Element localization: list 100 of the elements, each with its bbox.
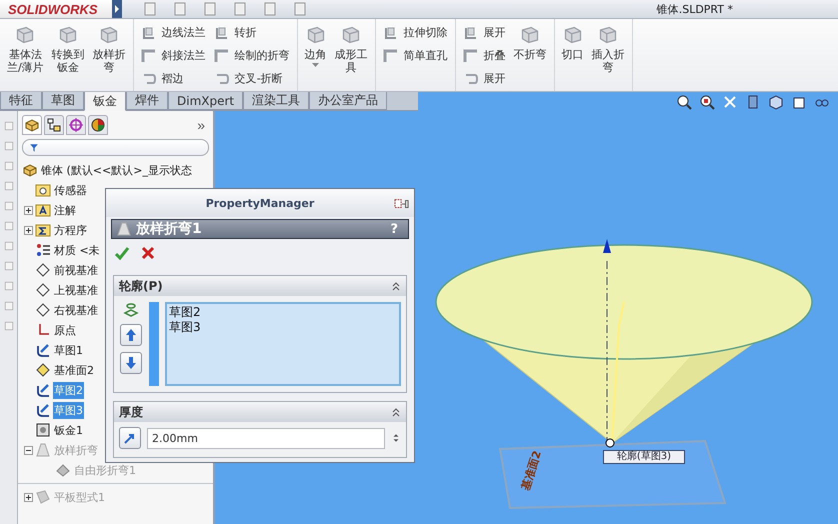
cancel-button[interactable] xyxy=(140,245,156,261)
feature-manager-tab[interactable] xyxy=(22,115,42,135)
ribbon-button[interactable]: 边线法兰 xyxy=(138,23,209,42)
sheet-metal-icon xyxy=(598,25,618,45)
ribbon-tab[interactable]: 办公室产品 xyxy=(309,92,388,110)
collapse-button[interactable] xyxy=(391,407,401,417)
tree-item[interactable]: 注解 xyxy=(53,202,77,218)
tree-item[interactable]: 钣金1 xyxy=(53,422,84,438)
tree-item[interactable]: 原点 xyxy=(53,322,77,338)
toolbar-icon xyxy=(202,1,218,17)
ribbon-tab[interactable]: DimXpert xyxy=(168,92,244,110)
sketch-icon xyxy=(35,402,51,418)
sheet-metal-icon xyxy=(35,422,51,438)
section-title: 轮廓(P) xyxy=(119,278,163,294)
ribbon-button[interactable]: 交叉-折断 xyxy=(210,69,293,88)
ribbon-button[interactable]: 绘制的折弯 xyxy=(210,46,293,65)
ribbon-button[interactable]: 转换到 钣金 xyxy=(48,21,88,89)
toolbar-icon xyxy=(262,1,278,17)
list-item[interactable]: 草图2 xyxy=(169,305,397,320)
tree-item[interactable]: 右视基准 xyxy=(53,302,99,318)
ribbon-button[interactable]: 斜接法兰 xyxy=(138,46,209,65)
plane-icon xyxy=(35,262,51,278)
tree-item[interactable]: 上视基准 xyxy=(53,282,99,298)
ribbon-button[interactable]: 展开 xyxy=(460,69,509,88)
tool-icon xyxy=(2,199,14,213)
ribbon-button[interactable]: 展开 xyxy=(460,23,509,42)
sheet-metal-icon xyxy=(382,48,399,64)
more-button[interactable]: » xyxy=(193,117,209,133)
parts-icon xyxy=(22,162,38,178)
ribbon-button[interactable]: 简单直孔 xyxy=(380,46,451,65)
ribbon-button[interactable]: 转折 xyxy=(210,23,293,42)
ribbon-button[interactable]: 成形工 具 xyxy=(332,21,371,89)
ribbon-button[interactable]: 放样折 弯 xyxy=(90,21,129,89)
sheet-metal-icon xyxy=(306,25,326,45)
direction-button[interactable] xyxy=(119,427,141,449)
sheet-metal-icon xyxy=(562,25,583,45)
sketch-icon xyxy=(35,342,51,358)
ribbon-tab[interactable]: 特征 xyxy=(0,92,42,110)
tree-item[interactable]: 草图1 xyxy=(53,342,84,358)
ribbon-button[interactable]: 边角 xyxy=(302,21,330,89)
sheet-metal-icon xyxy=(140,24,157,40)
tool-icon xyxy=(2,299,14,313)
window-title: 锥体.SLDPRT * xyxy=(656,2,733,16)
expand-toggle[interactable] xyxy=(24,206,33,214)
move-up-button[interactable] xyxy=(120,324,142,346)
appearance-tab[interactable] xyxy=(88,115,108,135)
list-item[interactable]: 草图3 xyxy=(169,320,397,335)
ribbon-button[interactable]: 不折弯 xyxy=(510,21,550,89)
tool-icon xyxy=(2,279,14,293)
tool-icon xyxy=(2,219,14,233)
ribbon-tab[interactable]: 焊件 xyxy=(126,92,168,110)
list-icon xyxy=(46,117,62,133)
callout-label: 轮廓(草图3) xyxy=(603,450,685,464)
checkmark-icon xyxy=(114,245,130,261)
sheet-metal-icon xyxy=(382,24,399,40)
ribbon-button[interactable]: 折叠 xyxy=(460,46,509,65)
filter-field[interactable] xyxy=(22,139,209,156)
up-arrow-icon xyxy=(123,327,139,343)
tree-item[interactable]: 前视基准 xyxy=(53,262,99,278)
tree-item[interactable]: 材质 <未 xyxy=(53,242,101,258)
ribbon-button[interactable]: 切口 xyxy=(558,21,587,89)
profile-list[interactable]: 草图2 草图3 xyxy=(165,302,401,386)
ribbon-button[interactable]: 褶边 xyxy=(138,69,209,88)
plane-label: 基准面2 xyxy=(518,448,545,492)
tool-icon xyxy=(2,179,14,193)
ribbon-button[interactable]: 插入折 弯 xyxy=(588,21,628,89)
tree-item[interactable]: 锥体 (默认<<默认>_显示状态 xyxy=(40,162,193,178)
tool-icon xyxy=(2,139,14,153)
plus-icon xyxy=(25,494,32,500)
sheet-metal-icon xyxy=(214,24,230,40)
move-down-button[interactable] xyxy=(120,352,142,374)
plus-icon xyxy=(25,226,32,234)
expand-toggle[interactable] xyxy=(24,226,33,234)
loft-icon xyxy=(35,442,51,458)
ribbon-button[interactable]: 基体法 兰/薄片 xyxy=(4,21,47,89)
ok-button[interactable] xyxy=(114,245,130,261)
toolbar-icon xyxy=(232,1,248,17)
property-tab[interactable] xyxy=(44,115,64,135)
ribbon-tab[interactable]: 渲染工具 xyxy=(243,92,310,110)
folder-icon xyxy=(35,222,51,238)
config-tab[interactable] xyxy=(66,115,86,135)
feature-title: 放样折弯1 xyxy=(136,220,202,238)
tree-item[interactable]: 方程序 xyxy=(53,222,88,238)
toolbar-icon xyxy=(172,1,188,17)
plane-icon xyxy=(35,302,51,318)
ribbon-tab[interactable]: 钣金 xyxy=(84,92,126,111)
section-title: 厚度 xyxy=(119,404,143,420)
collapse-button[interactable] xyxy=(391,281,401,291)
material-icon xyxy=(35,242,51,258)
ribbon-tab[interactable]: 草图 xyxy=(42,92,84,110)
thickness-field[interactable]: 2.00mm xyxy=(147,428,385,448)
ribbon-button[interactable]: 拉伸切除 xyxy=(380,23,451,42)
flat-pattern-icon xyxy=(35,489,51,505)
tree-item[interactable]: 传感器 xyxy=(53,182,88,198)
tree-item[interactable]: 基准面2 xyxy=(53,362,95,378)
sheet-metal-icon xyxy=(341,25,362,45)
tool-icon xyxy=(2,259,14,273)
close-icon xyxy=(140,245,156,261)
folder-icon xyxy=(35,202,51,218)
profile-icon xyxy=(123,302,139,318)
